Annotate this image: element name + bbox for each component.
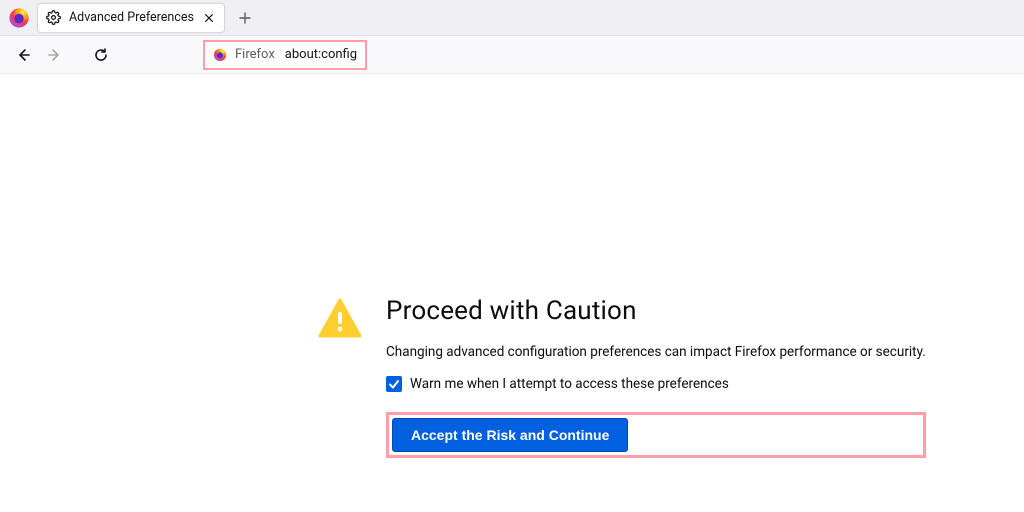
arrow-left-icon	[15, 47, 31, 63]
checkbox-row: Warn me when I attempt to access these p…	[386, 376, 926, 392]
content-area: Proceed with Caution Changing advanced c…	[0, 74, 1024, 512]
warning-description: Changing advanced configuration preferen…	[386, 344, 926, 360]
tab-strip: Advanced Preferences	[0, 0, 1024, 36]
reload-button[interactable]	[86, 40, 116, 70]
url-path: about:config	[285, 47, 357, 62]
warning-triangle-icon	[318, 298, 362, 338]
warn-checkbox[interactable]	[386, 376, 402, 392]
close-tab-button[interactable]	[202, 11, 216, 25]
gear-icon	[46, 10, 61, 25]
accept-highlight: Accept the Risk and Continue	[386, 412, 926, 458]
new-tab-button[interactable]	[231, 4, 259, 32]
checkbox-label: Warn me when I attempt to access these p…	[410, 376, 729, 392]
firefox-icon	[8, 7, 30, 29]
warning-title: Proceed with Caution	[386, 296, 926, 326]
back-button[interactable]	[8, 40, 38, 70]
warning-panel: Proceed with Caution Changing advanced c…	[318, 296, 926, 458]
tab-title: Advanced Preferences	[69, 10, 194, 25]
close-icon	[204, 13, 214, 23]
url-bar[interactable]: Firefox about:config	[203, 40, 367, 70]
arrow-right-icon	[47, 47, 63, 63]
accept-risk-button[interactable]: Accept the Risk and Continue	[392, 418, 628, 452]
warning-body: Proceed with Caution Changing advanced c…	[386, 296, 926, 458]
firefox-icon	[213, 48, 227, 62]
reload-icon	[93, 47, 109, 63]
forward-button[interactable]	[40, 40, 70, 70]
toolbar: Firefox about:config	[0, 36, 1024, 74]
check-icon	[388, 378, 400, 390]
url-brand-label: Firefox	[235, 47, 275, 62]
browser-tab[interactable]: Advanced Preferences	[37, 3, 225, 33]
plus-icon	[239, 12, 251, 24]
